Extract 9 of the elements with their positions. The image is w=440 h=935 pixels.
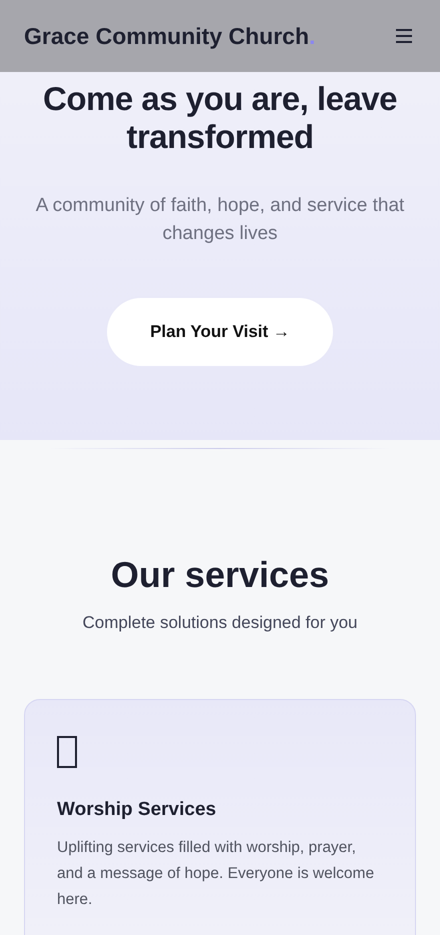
section-subtitle: Complete solutions designed for you — [82, 613, 358, 633]
card-title: Worship Services — [57, 799, 218, 821]
hero-subtitle: A community of faith, hope, and service that changes lives — [34, 194, 406, 246]
section-title: Our services — [110, 553, 330, 597]
placeholder-icon — [57, 736, 77, 768]
card-description: Uplifting services filled with worship, prayer, and a message of hope. Everyone is welcome here. — [57, 838, 376, 910]
plan-visit-button[interactable]: Plan Your Visit → — [107, 298, 333, 366]
hero-title: Come as you are, leave transformed — [42, 80, 398, 156]
menu-icon — [394, 27, 414, 45]
